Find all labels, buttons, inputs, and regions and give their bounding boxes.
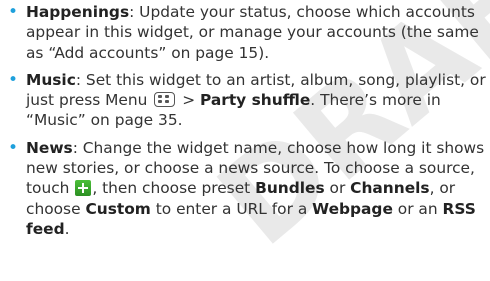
term-happenings: Happenings: [26, 3, 130, 21]
custom-label: Custom: [85, 199, 151, 218]
menu-key-icon: [154, 92, 176, 108]
music-description-part2: >: [177, 91, 200, 110]
list-item-happenings: • Happenings: Update your status, choose…: [6, 2, 490, 63]
term-music: Music: [26, 70, 76, 89]
bundles-label: Bundles: [255, 179, 325, 198]
news-description-part6: or an: [392, 199, 443, 218]
bullet-icon: •: [8, 69, 19, 90]
news-description-part3: or: [324, 179, 351, 198]
bullet-icon: •: [8, 137, 19, 158]
bullet-icon: •: [8, 2, 19, 22]
list-item-music: • Music: Set this widget to an artist, a…: [6, 70, 490, 131]
news-description-part5: to enter a URL for a: [150, 199, 313, 218]
channels-label: Channels: [350, 179, 430, 198]
news-description-part7: .: [64, 219, 70, 238]
list-item-news: • News: Change the widget name, choose h…: [6, 138, 490, 239]
party-shuffle-label: Party shuffle: [199, 91, 311, 110]
news-description-part2: , then choose preset: [92, 179, 256, 198]
add-icon: [75, 180, 92, 197]
term-news: News: [26, 138, 73, 157]
webpage-label: Webpage: [312, 199, 393, 218]
widget-options-list: • Happenings: Update your status, choose…: [6, 2, 490, 246]
